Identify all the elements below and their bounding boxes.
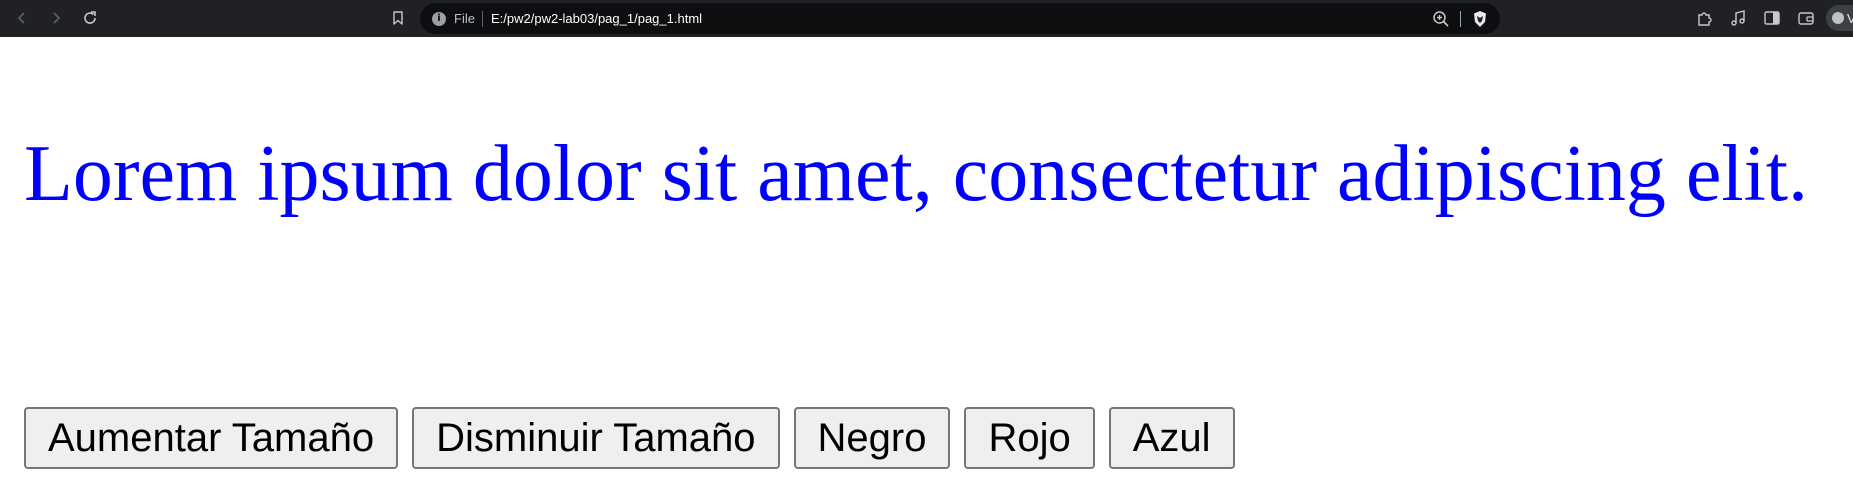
bookmark-icon (393, 11, 403, 25)
arrow-right-icon (53, 12, 61, 24)
info-icon[interactable]: i (432, 12, 446, 26)
button-row: Aumentar Tamaño Disminuir Tamaño Negro R… (24, 407, 1235, 469)
zoom-in-icon[interactable] (1431, 9, 1451, 29)
back-button[interactable] (8, 4, 36, 32)
scheme-divider (482, 11, 483, 27)
blue-color-button[interactable]: Azul (1108, 407, 1235, 469)
address-bar[interactable]: i File E:/pw2/pw2-lab03/pag_1/pag_1.html (420, 3, 1500, 34)
browser-toolbar: i File E:/pw2/pw2-lab03/pag_1/pag_1.html (0, 0, 1853, 37)
black-color-button[interactable]: Negro (793, 407, 951, 469)
sidebar-icon[interactable] (1760, 6, 1784, 30)
profile-initial: V (1847, 10, 1853, 26)
puzzle-icon[interactable] (1693, 6, 1717, 30)
arrow-left-icon (17, 12, 25, 24)
brave-shield-icon[interactable] (1470, 9, 1490, 29)
bookmark-button[interactable] (384, 4, 412, 32)
profile-avatar-icon (1832, 12, 1844, 24)
lorem-paragraph: Lorem ipsum dolor sit amet, consectetur … (24, 130, 1809, 218)
profile-button[interactable]: V (1826, 5, 1853, 31)
increase-size-button[interactable]: Aumentar Tamaño (24, 407, 399, 469)
forward-button[interactable] (42, 4, 70, 32)
red-color-button[interactable]: Rojo (964, 407, 1095, 469)
decrease-size-button[interactable]: Disminuir Tamaño (412, 407, 780, 469)
wallet-icon[interactable] (1794, 6, 1818, 30)
reload-icon (84, 11, 96, 24)
scheme-label: File (454, 11, 475, 26)
page-viewport: Lorem ipsum dolor sit amet, consectetur … (0, 37, 1853, 494)
url-text[interactable]: E:/pw2/pw2-lab03/pag_1/pag_1.html (491, 11, 702, 26)
address-bar-divider (1460, 11, 1461, 27)
reload-button[interactable] (76, 4, 104, 32)
music-note-icon[interactable] (1726, 6, 1750, 30)
